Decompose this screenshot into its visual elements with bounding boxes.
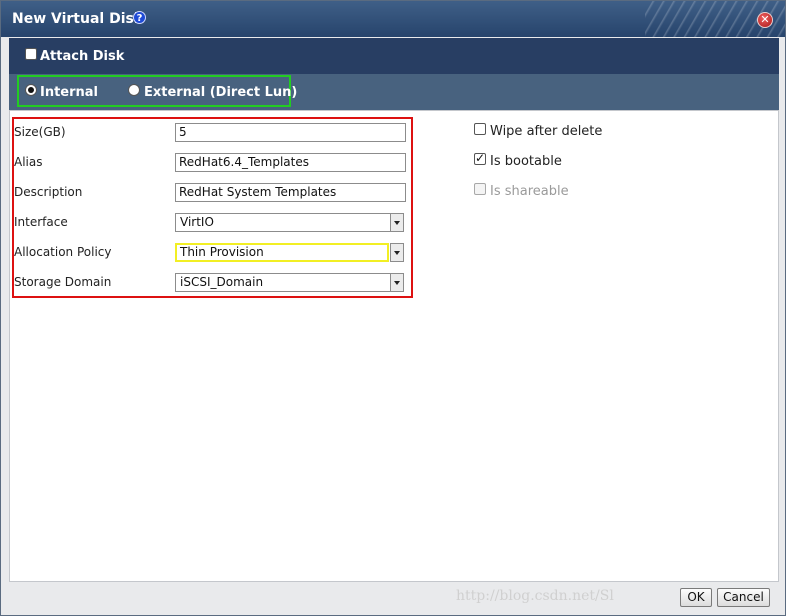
disk-form-panel: Size(GB) 5 Alias RedHat6.4_Templates Des… [9,110,779,582]
interface-dropdown-arrow-icon[interactable] [390,213,404,232]
external-direct-lun-radio[interactable] [128,84,140,96]
new-virtual-disk-dialog: New Virtual Disk ? ✕ Attach Disk Interna… [0,0,786,616]
dialog-title: New Virtual Disk [12,11,144,27]
storage-domain-label: Storage Domain [14,275,112,289]
internal-radio[interactable] [25,84,37,96]
disk-fields-highlight [12,117,413,298]
allocation-policy-label: Allocation Policy [14,245,112,259]
internal-radio-label[interactable]: Internal [40,85,98,100]
close-icon[interactable]: ✕ [757,12,773,28]
attach-disk-label[interactable]: Attach Disk [40,49,124,64]
ok-button[interactable]: OK [680,588,712,607]
allocation-policy-select[interactable]: Thin Provision [175,243,389,262]
description-label: Description [14,185,83,199]
disk-type-bar: Internal External (Direct Lun) [9,74,779,110]
wipe-after-delete-checkbox[interactable] [474,123,486,135]
size-input[interactable]: 5 [175,123,406,142]
storage-domain-select[interactable]: iSCSI_Domain [175,273,391,292]
help-icon[interactable]: ? [133,11,146,24]
cancel-button[interactable]: Cancel [717,588,770,607]
storage-domain-dropdown-arrow-icon[interactable] [390,273,404,292]
interface-label: Interface [14,215,68,229]
alias-label: Alias [14,155,43,169]
alias-input[interactable]: RedHat6.4_Templates [175,153,406,172]
attach-disk-bar: Attach Disk [9,38,779,74]
size-label: Size(GB) [14,125,66,139]
allocation-policy-dropdown-arrow-icon[interactable] [390,243,404,262]
is-shareable-label: Is shareable [490,184,569,199]
interface-select[interactable]: VirtIO [175,213,391,232]
is-bootable-label[interactable]: Is bootable [490,154,562,169]
is-bootable-checkbox[interactable] [474,151,486,165]
dialog-titlebar[interactable]: New Virtual Disk ? ✕ [1,1,785,37]
watermark-text: http://blog.csdn.net/Sl [456,588,614,604]
external-direct-lun-radio-label[interactable]: External (Direct Lun) [144,85,297,100]
wipe-after-delete-label[interactable]: Wipe after delete [490,124,602,139]
attach-disk-checkbox[interactable] [25,48,37,60]
description-input[interactable]: RedHat System Templates [175,183,406,202]
is-shareable-checkbox [474,183,486,195]
